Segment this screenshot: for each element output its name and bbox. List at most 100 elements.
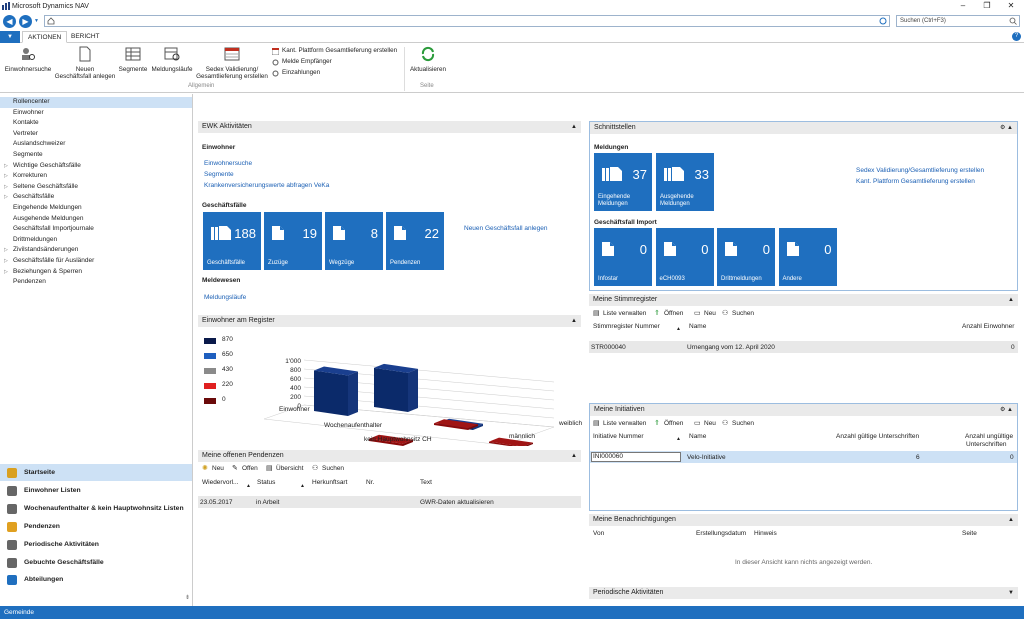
expand-nav-icon[interactable]: ⇟ xyxy=(185,594,190,601)
stimm-header[interactable]: Meine Stimmregister ▲ xyxy=(589,294,1018,306)
nav-item[interactable]: Einwohner xyxy=(0,108,192,119)
col-initiative-nummer[interactable]: Initiative Nummer xyxy=(593,433,644,440)
nav-item[interactable]: ▷ Korrekturen xyxy=(0,171,192,182)
col-stimmregister-nummer[interactable]: Stimmregister Nummer xyxy=(593,323,660,330)
einwohnersuche-button[interactable]: Einwohnersuche xyxy=(4,46,52,73)
periodisch-header[interactable]: Periodische Aktivitäten ▼ xyxy=(589,587,1018,599)
nav-item[interactable]: Kontakte xyxy=(0,118,192,129)
col-ungueltige[interactable]: Anzahl ungültige xyxy=(965,433,1013,440)
history-dropdown-icon[interactable]: ▼ xyxy=(34,18,39,24)
nav-item[interactable]: ▷ Geschäftsfälle xyxy=(0,192,192,203)
bottom-nav-item[interactable]: Periodische Aktivitäten xyxy=(0,536,192,553)
nav-item[interactable]: ▷ Wichtige Geschäftsfälle xyxy=(0,161,192,172)
nav-item[interactable]: Pendenzen xyxy=(0,277,192,288)
expand-arrow-icon[interactable]: ▷ xyxy=(4,171,8,182)
app-menu-button[interactable]: ▼ xyxy=(0,31,20,43)
aktualisieren-button[interactable]: Aktualisieren xyxy=(408,46,448,73)
settings-collapse-icon[interactable]: ⚙ ▲ xyxy=(1000,404,1013,416)
pendenz-offen-button[interactable]: ✎ Offen xyxy=(232,465,258,472)
col-hinweis[interactable]: Hinweis xyxy=(754,530,777,537)
link-sedex[interactable]: Sedex Validierung/Gesamtlieferung erstel… xyxy=(856,167,984,174)
nav-item[interactable]: Vertreter xyxy=(0,129,192,140)
col-herkunftsart[interactable]: Herkunftsart xyxy=(312,479,347,486)
meldungslaeufe-button[interactable]: Meldungsläufe xyxy=(150,46,194,73)
sedex-validierung-button[interactable]: Sedex Validierung/ Gesamtlieferung erste… xyxy=(195,46,269,80)
neuer-geschaeftsfall-button[interactable]: Neuen Geschäftsfall anlegen xyxy=(54,46,116,80)
nav-item[interactable]: Segmente xyxy=(0,150,192,161)
nav-item[interactable]: ▷ Zivilstandsänderungen xyxy=(0,245,192,256)
col-seite[interactable]: Seite xyxy=(962,530,977,537)
pendenz-neu-button[interactable]: ✺ Neu xyxy=(202,465,224,472)
tile-ausgehende-meldungen[interactable]: 33 Ausgehende Meldungen xyxy=(656,153,714,211)
tile-zuzuege[interactable]: 19 Zuzüge xyxy=(264,212,322,270)
einzahlungen-button[interactable]: Einzahlungen xyxy=(272,69,320,77)
ewk-header[interactable]: EWK Aktivitäten ▲ xyxy=(198,121,581,133)
col-text[interactable]: Text xyxy=(420,479,432,486)
nav-item[interactable]: Rollencenter xyxy=(0,97,192,108)
col-erstellungsdatum[interactable]: Erstellungsdatum xyxy=(696,530,746,537)
tile-pendenzen[interactable]: 22 Pendenzen xyxy=(386,212,444,270)
init-liste-button[interactable]: ▤ Liste verwalten xyxy=(593,420,646,427)
collapse-icon[interactable]: ▲ xyxy=(1008,514,1014,526)
col-status[interactable]: Status xyxy=(257,479,275,486)
nav-item[interactable]: Drittmeldungen xyxy=(0,235,192,246)
tile-infostar[interactable]: 0 Infostar xyxy=(594,228,652,286)
init-oeffnen-button[interactable]: ⇑ Öffnen xyxy=(654,420,683,427)
nav-item[interactable]: ▷ Beziehungen & Sperren xyxy=(0,267,192,278)
expand-arrow-icon[interactable]: ▷ xyxy=(4,267,8,278)
nav-item[interactable]: Geschäftsfall Importjournale xyxy=(0,224,192,235)
refresh-icon[interactable] xyxy=(879,17,887,25)
collapse-icon[interactable]: ▲ xyxy=(571,315,577,327)
nav-item[interactable]: Eingehende Meldungen xyxy=(0,203,192,214)
melde-empfaenger-button[interactable]: Melde Empfänger xyxy=(272,58,332,66)
link-kant-plattform[interactable]: Kant. Plattform Gesamtlieferung erstelle… xyxy=(856,178,975,185)
register-header[interactable]: Einwohner am Register ▲ xyxy=(198,315,581,327)
help-icon[interactable]: ? xyxy=(1012,32,1021,41)
stimm-liste-button[interactable]: ▤ Liste verwalten xyxy=(593,310,646,317)
col-name[interactable]: Name xyxy=(689,433,706,440)
expand-arrow-icon[interactable]: ▷ xyxy=(4,182,8,193)
link-krankenversicherung[interactable]: Krankenversicherungswerte abfragen VeKa xyxy=(204,182,329,189)
bottom-nav-item[interactable]: Startseite xyxy=(0,464,192,481)
col-von[interactable]: Von xyxy=(593,530,604,537)
bottom-nav-item[interactable]: Gebuchte Geschäftsfälle xyxy=(0,554,192,571)
col-nr[interactable]: Nr. xyxy=(366,479,374,486)
tile-geschaeftsfaelle[interactable]: 188 Geschäftsfälle xyxy=(203,212,261,270)
pendenz-suchen-button[interactable]: ⚇ Suchen xyxy=(312,465,344,472)
tab-aktionen[interactable]: AKTIONEN xyxy=(22,31,68,43)
link-neuer-geschaeftsfall[interactable]: Neuen Geschäftsfall anlegen xyxy=(464,225,547,232)
link-meldungslaeufe[interactable]: Meldungsläufe xyxy=(204,294,246,301)
forward-button[interactable]: ▶ xyxy=(19,14,32,28)
col-wiedervorlage[interactable]: Wiedervorl... xyxy=(202,479,238,486)
expand-arrow-icon[interactable]: ▷ xyxy=(4,161,8,172)
stimm-neu-button[interactable]: ▭ Neu xyxy=(694,310,716,317)
tile-drittmeldungen[interactable]: 0 Drittmeldungen xyxy=(717,228,775,286)
search-input[interactable]: Suchen (Ctrl+F3) xyxy=(896,15,1020,27)
nav-item[interactable]: ▷ Geschäftsfälle für Ausländer xyxy=(0,256,192,267)
pendenz-uebersicht-button[interactable]: ▤ Übersicht xyxy=(266,465,303,472)
back-button[interactable]: ◀ xyxy=(3,14,16,28)
table-row-selected[interactable]: INI000060 Velo-Initiative 6 0 xyxy=(590,451,1017,463)
tile-wegzuege[interactable]: 8 Wegzüge xyxy=(325,212,383,270)
maximize-button[interactable]: ❐ xyxy=(976,0,998,12)
close-button[interactable]: ✕ xyxy=(1000,0,1022,12)
expand-arrow-icon[interactable]: ▷ xyxy=(4,192,8,203)
tile-andere[interactable]: 0 Andere xyxy=(778,228,837,286)
expand-arrow-icon[interactable]: ▷ xyxy=(4,245,8,256)
col-name[interactable]: Name xyxy=(689,323,706,330)
nav-item[interactable]: Auslandschweizer xyxy=(0,139,192,150)
tab-bericht[interactable]: BERICHT xyxy=(66,31,105,43)
kant-plattform-button[interactable]: Kant. Plattform Gesamtlieferung erstelle… xyxy=(272,47,397,55)
benach-header[interactable]: Meine Benachrichtigungen ▲ xyxy=(589,514,1018,526)
expand-arrow-icon[interactable]: ▷ xyxy=(4,256,8,267)
collapse-icon[interactable]: ▲ xyxy=(571,121,577,133)
expand-icon[interactable]: ▼ xyxy=(1008,587,1014,599)
minimize-button[interactable]: – xyxy=(952,0,974,12)
init-neu-button[interactable]: ▭ Neu xyxy=(694,420,716,427)
col-gueltige[interactable]: Anzahl gültige Unterschriften xyxy=(836,433,919,440)
nav-item[interactable]: ▷ Seltene Geschäftsfälle xyxy=(0,182,192,193)
table-row[interactable]: 23.05.2017 in Arbeit GWR-Daten aktualisi… xyxy=(198,496,581,508)
link-segmente[interactable]: Segmente xyxy=(204,171,234,178)
nav-item[interactable]: Ausgehende Meldungen xyxy=(0,214,192,225)
bottom-nav-item[interactable]: Wochenaufenthalter & kein Hauptwohnsitz … xyxy=(0,500,192,517)
